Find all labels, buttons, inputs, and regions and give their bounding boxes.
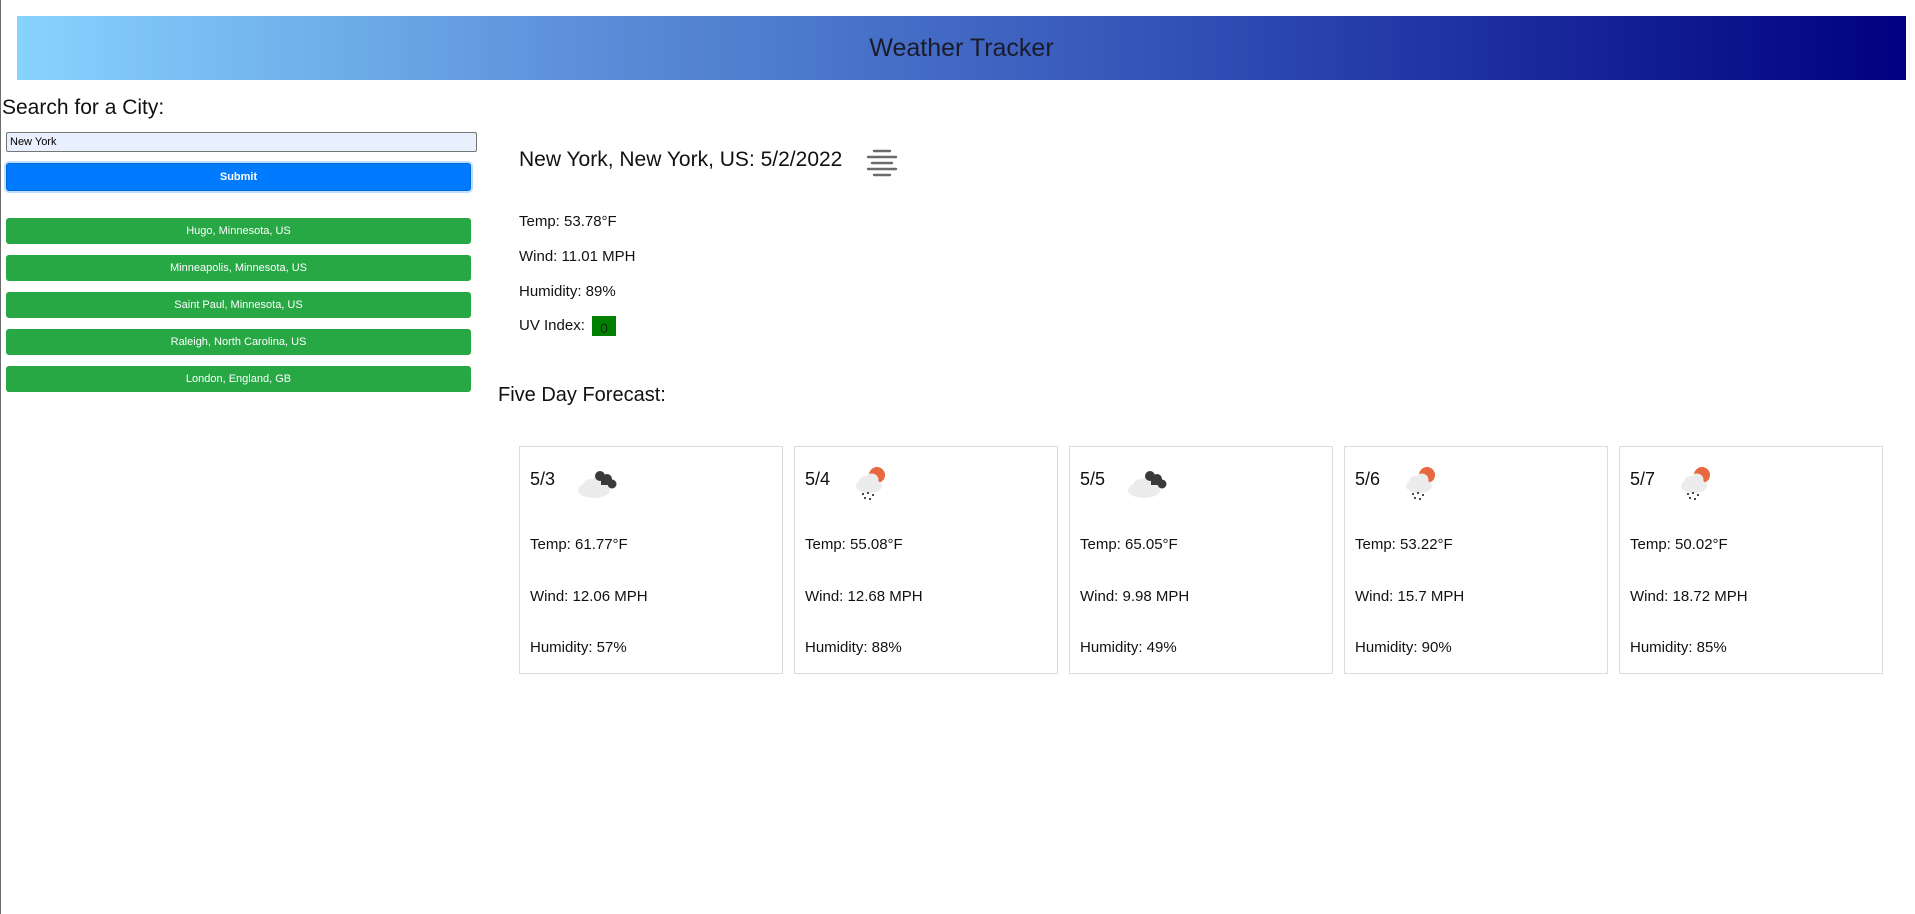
forecast-card: 5/7 Temp: 50.02°F Wind: 18.72 MPH Humidi… bbox=[1619, 446, 1883, 674]
forecast-date: 5/5 bbox=[1080, 469, 1106, 489]
uv-index-badge: 0 bbox=[592, 316, 617, 336]
forecast-temp: Temp: 61.77°F bbox=[530, 536, 628, 553]
forecast-humidity: Humidity: 90% bbox=[1355, 639, 1452, 656]
forecast-card: 5/5 Temp: 65.05°F Wind: 9.98 MPH Humidit… bbox=[1069, 446, 1333, 674]
forecast-wind: Wind: 12.68 MPH bbox=[805, 588, 923, 605]
app-header: Weather Tracker bbox=[17, 16, 1906, 80]
current-city-date: New York, New York, US: 5/2/2022 bbox=[519, 148, 843, 171]
forecast-wind: Wind: 18.72 MPH bbox=[1630, 588, 1748, 605]
rain-icon bbox=[847, 461, 897, 505]
city-search-input[interactable] bbox=[6, 132, 477, 152]
mist-icon bbox=[862, 140, 902, 180]
current-weather-header: New York, New York, US: 5/2/2022 bbox=[519, 140, 902, 180]
forecast-card: 5/3 Temp: 61.77°F Wind: 12.06 MPH Humidi… bbox=[519, 446, 783, 674]
search-heading: Search for a City: bbox=[2, 96, 165, 119]
forecast-wind: Wind: 12.06 MPH bbox=[530, 588, 648, 605]
forecast-date: 5/4 bbox=[805, 469, 831, 489]
broken-clouds-icon bbox=[572, 461, 622, 505]
forecast-humidity: Humidity: 85% bbox=[1630, 639, 1727, 656]
forecast-date: 5/6 bbox=[1355, 469, 1381, 489]
forecast-temp: Temp: 53.22°F bbox=[1355, 536, 1453, 553]
window-left-edge bbox=[0, 0, 1, 914]
broken-clouds-icon bbox=[1122, 461, 1172, 505]
forecast-card: 5/6 Temp: 53.22°F Wind: 15.7 MPH Humidit… bbox=[1344, 446, 1608, 674]
submit-button[interactable]: Submit bbox=[6, 163, 471, 191]
search-history-list: Hugo, Minnesota, US Minneapolis, Minneso… bbox=[6, 218, 471, 403]
history-city-button[interactable]: London, England, GB bbox=[6, 366, 471, 392]
current-humidity: Humidity: 89% bbox=[519, 283, 616, 300]
current-temp: Temp: 53.78°F bbox=[519, 213, 617, 230]
forecast-humidity: Humidity: 49% bbox=[1080, 639, 1177, 656]
forecast-temp: Temp: 55.08°F bbox=[805, 536, 903, 553]
uv-index-label: UV Index: bbox=[519, 316, 585, 334]
forecast-temp: Temp: 50.02°F bbox=[1630, 536, 1728, 553]
forecast-heading: Five Day Forecast: bbox=[498, 384, 666, 406]
forecast-wind: Wind: 9.98 MPH bbox=[1080, 588, 1190, 605]
forecast-temp: Temp: 65.05°F bbox=[1080, 536, 1178, 553]
history-city-button[interactable]: Hugo, Minnesota, US bbox=[6, 218, 471, 244]
page-title: Weather Tracker bbox=[869, 33, 1054, 62]
current-uv-index: UV Index: 0 bbox=[519, 316, 617, 336]
forecast-date: 5/3 bbox=[530, 469, 556, 489]
forecast-card: 5/4 Temp: 55.08°F Wind: 12.68 MPH Humidi… bbox=[794, 446, 1058, 674]
forecast-wind: Wind: 15.7 MPH bbox=[1355, 588, 1465, 605]
rain-icon bbox=[1672, 461, 1722, 505]
history-city-button[interactable]: Minneapolis, Minnesota, US bbox=[6, 255, 471, 281]
rain-icon bbox=[1397, 461, 1447, 505]
current-wind: Wind: 11.01 MPH bbox=[519, 248, 636, 265]
forecast-date: 5/7 bbox=[1630, 469, 1656, 489]
forecast-cards: 5/3 Temp: 61.77°F Wind: 12.06 MPH Humidi… bbox=[519, 446, 1883, 674]
forecast-humidity: Humidity: 57% bbox=[530, 639, 627, 656]
forecast-humidity: Humidity: 88% bbox=[805, 639, 902, 656]
history-city-button[interactable]: Raleigh, North Carolina, US bbox=[6, 329, 471, 355]
history-city-button[interactable]: Saint Paul, Minnesota, US bbox=[6, 292, 471, 318]
